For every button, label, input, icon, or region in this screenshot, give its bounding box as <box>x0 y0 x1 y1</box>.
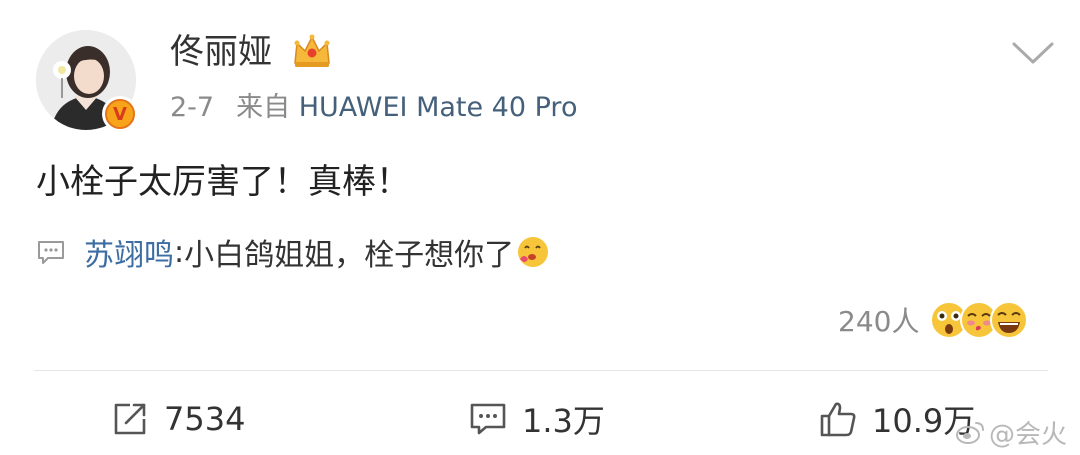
post-source-device[interactable]: HUAWEI Mate 40 Pro <box>299 92 578 123</box>
comment-text: 小白鸽姐姐，栓子想你了 <box>184 238 515 273</box>
divider <box>34 370 1048 371</box>
verified-v-icon: V <box>105 99 135 129</box>
comment-preview[interactable]: 苏翊鸣: 小白鸽姐姐，栓子想你了 <box>36 230 550 274</box>
comment-button[interactable]: 1.3万 <box>468 398 605 440</box>
post-meta: 2-7 来自 HUAWEI Mate 40 Pro <box>170 90 577 126</box>
watermark-text: @会火 <box>989 419 1068 450</box>
post-text: 小栓子太厉害了！真棒！ <box>36 162 410 202</box>
post-date: 2-7 <box>170 92 215 123</box>
author-name[interactable]: 佟丽娅 <box>170 30 272 74</box>
comment-count: 1.3万 <box>522 402 605 440</box>
repost-icon <box>114 403 146 435</box>
comment-separator: : <box>174 234 185 270</box>
crown-icon <box>294 34 330 67</box>
like-button[interactable]: 10.9万 <box>818 398 975 440</box>
commenter-name[interactable]: 苏翊鸣 <box>84 230 174 274</box>
reaction-count: 240人 <box>838 305 920 338</box>
weibo-watermark: @会火 <box>955 414 1067 450</box>
reactions-summary[interactable]: 240人 <box>838 300 1029 340</box>
weibo-logo-icon <box>956 422 984 444</box>
drooling-emoji-icon <box>518 237 549 267</box>
thumbs-up-icon <box>820 402 856 437</box>
repost-count: 7534 <box>164 400 246 438</box>
source-prefix: 来自 <box>236 92 291 123</box>
repost-button[interactable]: 7534 <box>110 398 245 440</box>
verified-badge: V <box>102 96 138 132</box>
laughing-face-icon <box>990 301 1029 339</box>
comment-bubble-icon <box>38 241 64 264</box>
chevron-down-icon[interactable] <box>1010 38 1056 68</box>
comment-icon <box>470 403 506 435</box>
